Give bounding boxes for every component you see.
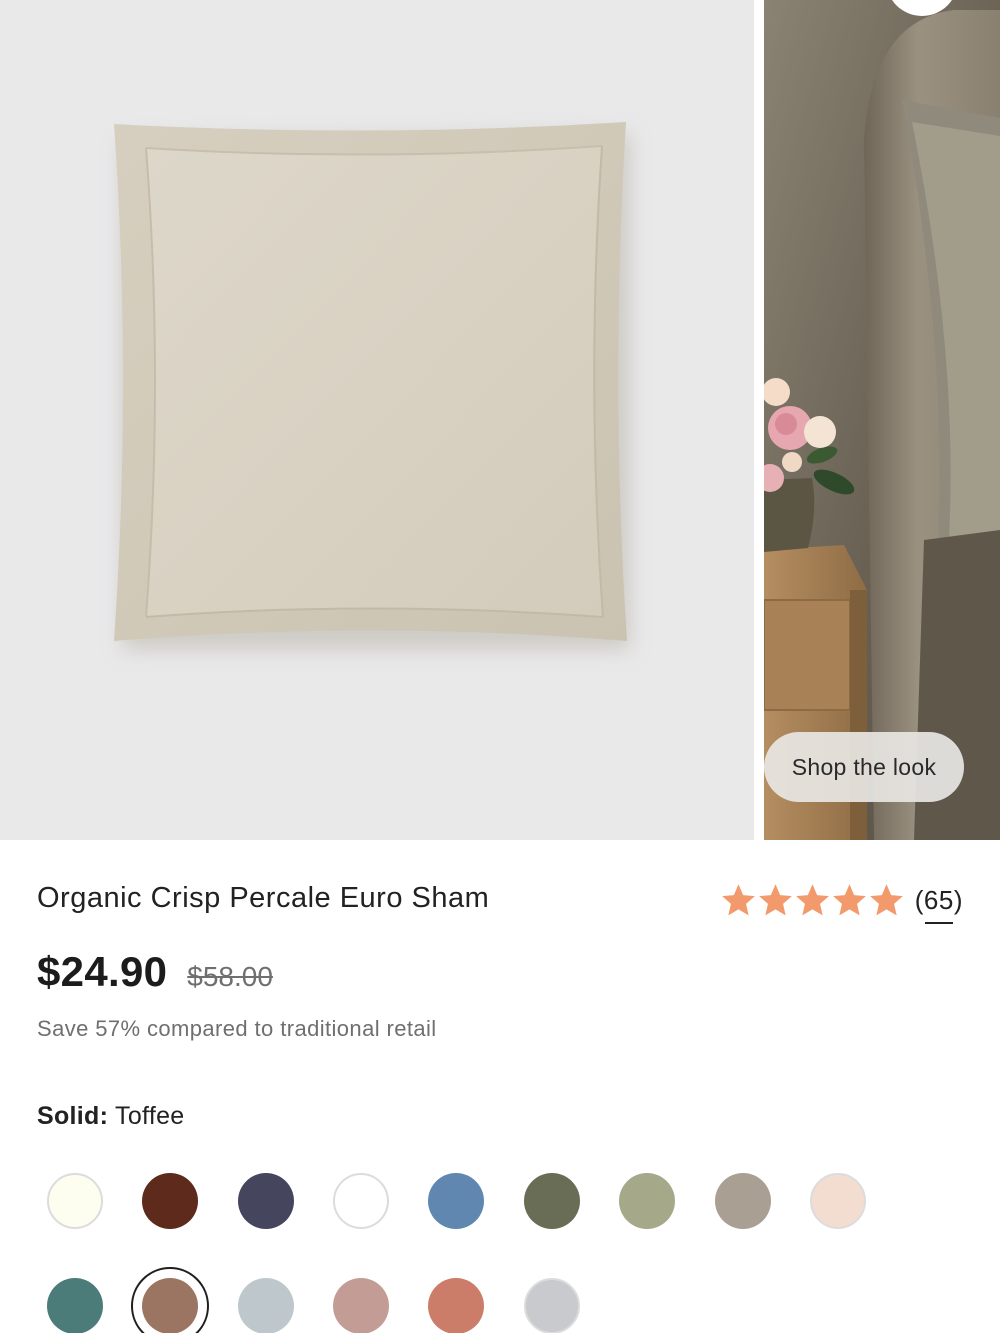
star-icon <box>721 884 755 916</box>
selected-color-name: Toffee <box>115 1102 185 1130</box>
color-swatch[interactable] <box>333 1173 389 1229</box>
color-swatch[interactable] <box>142 1173 198 1229</box>
product-rating[interactable]: (65) <box>720 880 963 924</box>
color-swatch[interactable] <box>428 1173 484 1229</box>
color-swatch[interactable] <box>47 1173 103 1229</box>
rating-stars <box>720 883 905 917</box>
sale-price: $24.90 <box>37 948 168 995</box>
color-swatch[interactable] <box>428 1278 484 1333</box>
color-swatch-selected[interactable] <box>142 1278 198 1333</box>
color-swatch[interactable] <box>524 1173 580 1229</box>
review-count-link[interactable]: (65) <box>915 885 963 924</box>
product-lifestyle-image[interactable] <box>764 0 1000 840</box>
bedroom-scene-image <box>764 0 1000 840</box>
color-swatch[interactable] <box>47 1278 103 1333</box>
star-icon <box>869 884 903 916</box>
savings-note: Save 57% compared to traditional retail <box>37 1016 437 1041</box>
euro-sham-pillow-image <box>114 122 630 650</box>
color-swatch[interactable] <box>333 1278 389 1333</box>
color-swatch[interactable] <box>238 1173 294 1229</box>
product-image-gallery[interactable] <box>0 0 1000 840</box>
color-swatch[interactable] <box>619 1173 675 1229</box>
color-swatch[interactable] <box>524 1278 580 1333</box>
product-image-main[interactable] <box>0 0 754 840</box>
star-icon <box>795 884 829 916</box>
shop-the-look-button[interactable]: Shop the look <box>764 732 964 802</box>
color-swatch[interactable] <box>810 1173 866 1229</box>
product-title: Organic Crisp Percale Euro Sham <box>37 882 490 914</box>
color-selection-label: Solid: Toffee <box>37 1102 184 1131</box>
price-row: $24.90 $58.00 <box>37 948 273 996</box>
color-swatch[interactable] <box>715 1173 771 1229</box>
product-header: Organic Crisp Percale Euro Sham (65) <box>37 880 963 924</box>
color-type-label: Solid: <box>37 1102 109 1130</box>
star-icon <box>758 884 792 916</box>
color-swatch[interactable] <box>238 1278 294 1333</box>
compare-price: $58.00 <box>187 961 273 992</box>
star-icon <box>832 884 866 916</box>
